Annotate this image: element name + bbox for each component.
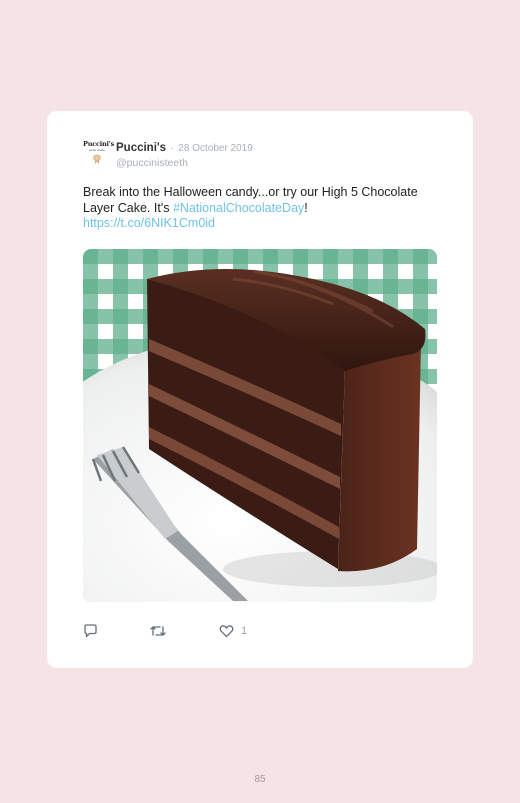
avatar-tagline: smile studio: [89, 148, 105, 152]
reply-button[interactable]: [83, 623, 98, 639]
heart-icon: [219, 625, 234, 638]
like-button[interactable]: 1: [219, 623, 247, 639]
tweet-date[interactable]: 28 October 2019: [178, 143, 253, 154]
author-name[interactable]: Puccini's: [116, 142, 166, 154]
tweet-url-link[interactable]: https://t.co/6NIK1Cm0id: [83, 216, 215, 230]
tweet-actions: 1: [83, 623, 437, 639]
retweet-button[interactable]: [149, 623, 167, 639]
header-separator: ·: [170, 143, 174, 154]
cake-photo-image: [83, 249, 437, 602]
tweet-text: Break into the Halloween candy...or try …: [83, 185, 423, 232]
tweet-card: Puccini's smile studio Puccini's · 28 Oc…: [47, 111, 473, 668]
hashtag-link[interactable]: #NationalChocolateDay: [173, 201, 304, 215]
avatar[interactable]: Puccini's smile studio: [83, 140, 115, 171]
retweet-icon: [150, 626, 166, 636]
reply-icon: [84, 624, 97, 638]
tooth-logo-icon: [93, 154, 101, 164]
page-number: 85: [254, 774, 266, 785]
tweet-photo[interactable]: [83, 249, 437, 602]
like-count: 1: [241, 625, 248, 637]
avatar-brand-text: Puccini's: [83, 140, 115, 148]
tweet-text-part2: !: [304, 200, 308, 215]
tweet-header: Puccini's · 28 October 2019 @puccinistee…: [116, 140, 253, 170]
author-handle[interactable]: @puccinisteeth: [116, 156, 253, 170]
